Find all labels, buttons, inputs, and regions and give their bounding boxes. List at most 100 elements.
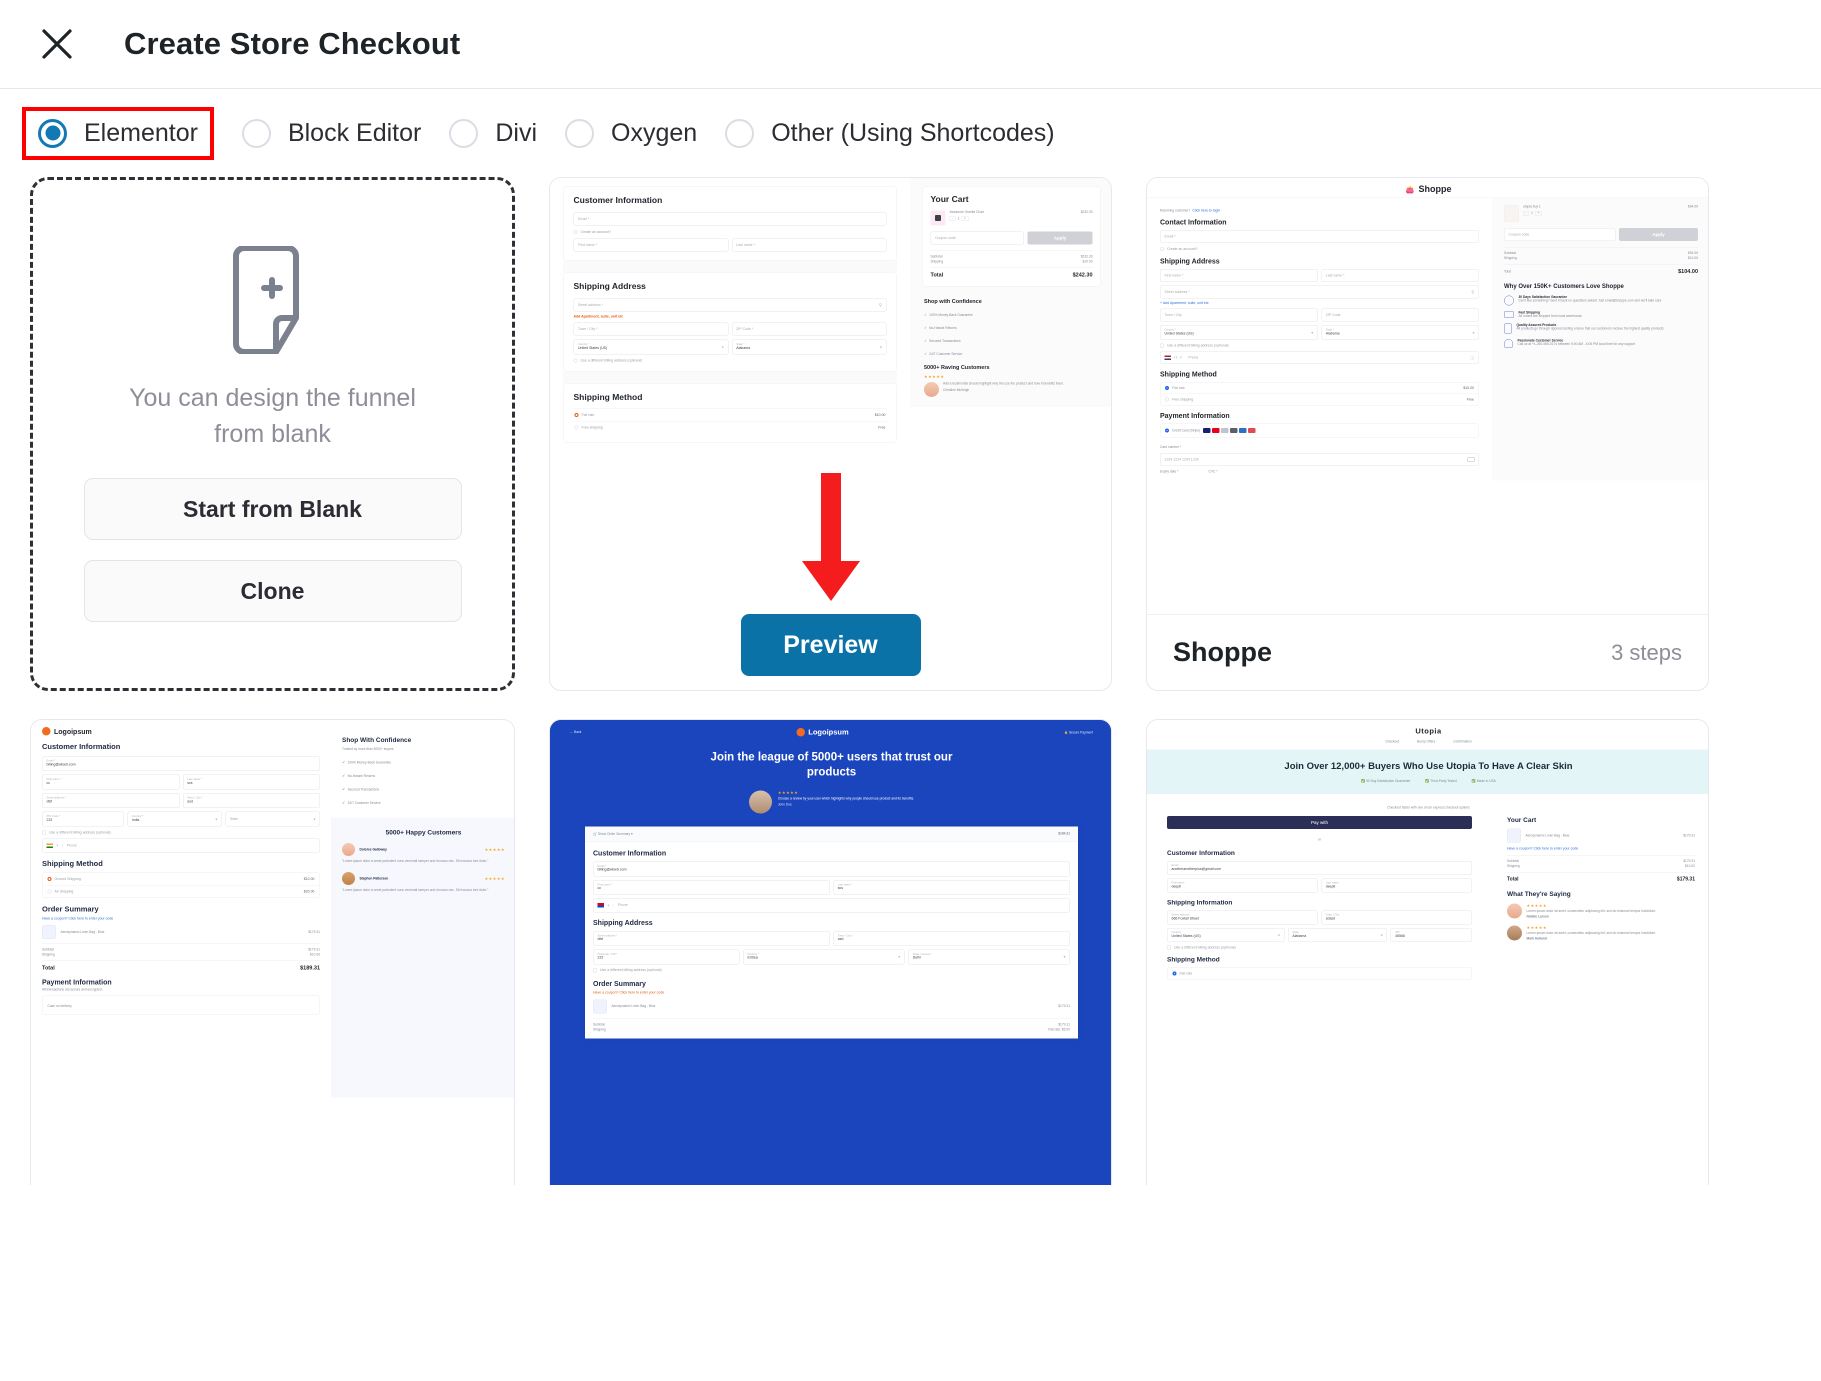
template-card-utopia[interactable]: Utopia Checkout Bump Offers Confirmation…: [1146, 719, 1709, 1185]
create-account-radio[interactable]: [573, 230, 578, 234]
back-button[interactable]: ← Back: [570, 731, 581, 735]
radio-option-block-editor[interactable]: Block Editor: [228, 107, 435, 160]
template-card-logoipsum-light[interactable]: Logoipsum Customer Information Email * bi…: [30, 719, 515, 1185]
search-icon: ⚲: [1471, 289, 1475, 295]
flat-rate-radio[interactable]: [1172, 971, 1177, 976]
radio-indicator-elementor[interactable]: [38, 118, 67, 148]
label-flat-rate: Flat rate: [581, 413, 595, 417]
link-coupon[interactable]: Have a coupon? Click here to enter your …: [42, 917, 320, 921]
review-text: "Lorem ipsum dolor si amet parturient nu…: [342, 888, 489, 893]
start-from-blank-button[interactable]: Start from Blank: [83, 478, 462, 540]
qty-increment[interactable]: +: [961, 216, 969, 221]
template-preview-utopia: Utopia Checkout Bump Offers Confirmation…: [1147, 720, 1708, 1185]
paypal-button[interactable]: Pay with: [1167, 816, 1472, 829]
heading-shop-with-confidence: Shop with Confidence: [924, 298, 982, 305]
heading-customer-information: Customer Information: [42, 742, 121, 752]
free-shipping-radio[interactable]: [574, 425, 579, 430]
qty-decrement[interactable]: -: [949, 216, 956, 221]
billing-address-checkbox[interactable]: [1167, 945, 1171, 950]
value-subtotal: $179.31: [1683, 859, 1695, 864]
label-total: Total: [42, 965, 55, 971]
check-icon: ✓: [342, 800, 346, 806]
testimonial-text: Add a testimonial should highlight why t…: [943, 382, 1064, 386]
label-total: Total: [930, 272, 944, 278]
template-card-shoppe[interactable]: 👛 Shoppe Returning customer? Click here …: [1146, 177, 1709, 691]
input-card-number[interactable]: 1234 1234 1234 1234: [1165, 458, 1199, 462]
value-last-name: deepti: [1325, 884, 1336, 889]
label-shipping: Shipping: [930, 260, 944, 264]
cart-item-thumbnail: [1504, 205, 1519, 222]
input-phone[interactable]: Phone: [1188, 356, 1198, 360]
heading-order-summary: Order Summary: [42, 905, 99, 914]
preview-button[interactable]: Preview: [740, 614, 921, 676]
radio-option-oxygen[interactable]: Oxygen: [551, 107, 711, 160]
cart-item-name: Awesome Granite Chair: [949, 210, 984, 215]
label-town: Town / City: [1164, 313, 1182, 317]
review-stars: ★★★★★: [1526, 903, 1547, 909]
label-town: Town / City *: [578, 327, 598, 331]
cart-item-name: Aerodynamic Linen Bag - Blue: [1525, 833, 1570, 838]
label-air-shipping: Air Shipping: [54, 889, 74, 894]
start-from-blank-card[interactable]: You can design the funnel from blank Sta…: [30, 177, 515, 691]
billing-address-checkbox[interactable]: [573, 358, 578, 363]
price-air-shipping: $20.00: [303, 889, 315, 894]
input-phone[interactable]: Phone: [61, 843, 77, 848]
radio-option-divi[interactable]: Divi: [435, 107, 551, 160]
chevron-down-icon: ▾: [721, 344, 724, 350]
returning-customer-text: Returning customer?: [1160, 209, 1191, 213]
input-coupon-code[interactable]: Coupon code: [935, 236, 956, 240]
label-flat-rate: Flat rate: [1179, 971, 1193, 976]
confidence-item: 24/7 Customer Service: [929, 352, 963, 357]
chevron-down-icon: ▾: [1277, 932, 1280, 938]
heading-what-theyre-saying: What They're Saying: [1507, 890, 1571, 898]
ground-shipping-radio[interactable]: [47, 877, 52, 881]
review-stars: ★★★★★: [484, 847, 505, 852]
radio-indicator-other[interactable]: [725, 118, 755, 148]
label-shipping: Shipping: [593, 1027, 606, 1032]
billing-address-checkbox[interactable]: [593, 968, 597, 973]
value-state: Delhi: [912, 956, 921, 960]
link-add-apartment[interactable]: + Add Apartment, suite, unit etc: [1160, 302, 1479, 306]
avatar: [342, 843, 355, 856]
value-street: dfsf: [46, 799, 53, 804]
input-coupon-code[interactable]: Coupon code: [1509, 233, 1530, 237]
flag-icon-us: [1164, 355, 1171, 360]
template-card-logoipsum-blue[interactable]: ← Back Logoipsum 🔒 Secure Payment Join t…: [549, 719, 1112, 1185]
radio-option-elementor[interactable]: Elementor: [22, 106, 214, 160]
flat-rate-radio[interactable]: [1165, 386, 1169, 390]
radio-indicator-divi[interactable]: [449, 118, 479, 148]
create-account-checkbox[interactable]: [1160, 247, 1164, 251]
close-icon[interactable]: [34, 21, 80, 67]
link-coupon[interactable]: Have a coupon? Click here to enter your …: [1507, 847, 1695, 851]
link-add-apartment[interactable]: Add Apartment, suite, unit etc: [574, 315, 887, 319]
radio-option-other[interactable]: Other (Using Shortcodes): [711, 107, 1068, 160]
value-total: $104.00: [1678, 268, 1698, 275]
label-shipping: Shipping: [42, 953, 55, 957]
flat-rate-radio[interactable]: [574, 413, 579, 417]
qty-increment[interactable]: +: [1534, 211, 1542, 216]
link-coupon[interactable]: Have a coupon? Click here to enter your …: [593, 991, 1070, 995]
radio-indicator-oxygen[interactable]: [565, 118, 595, 148]
login-link[interactable]: Click here to login: [1192, 209, 1220, 213]
air-shipping-radio[interactable]: [47, 889, 52, 894]
heading-happy-customers: 5000+ Happy Customers: [385, 828, 462, 837]
label-billing-address: Use a different billing address (optiona…: [580, 358, 643, 363]
cart-item-thumbnail: [593, 999, 607, 1014]
credit-card-radio[interactable]: [1165, 428, 1169, 433]
cart-item-price: $179.31: [1683, 833, 1695, 838]
qty-value: 1: [957, 217, 960, 221]
value-last-name: scs: [837, 886, 843, 891]
radio-indicator-block-editor[interactable]: [241, 118, 271, 148]
input-phone[interactable]: Phone: [612, 903, 628, 908]
billing-address-checkbox[interactable]: [42, 830, 46, 835]
value-shipping: $10.00: [1685, 864, 1695, 869]
free-shipping-radio[interactable]: [1165, 397, 1169, 402]
show-order-summary-toggle[interactable]: 🛒 Show Order Summary ▾: [593, 832, 633, 836]
clone-button[interactable]: Clone: [83, 560, 462, 622]
apply-coupon-button[interactable]: Apply: [1619, 228, 1698, 241]
template-card-hovered[interactable]: Customer Information Email * Create an a…: [549, 177, 1112, 691]
apply-coupon-button[interactable]: Apply: [1027, 231, 1093, 245]
express-checkout-subtext: Checkout faster with one of our express …: [1387, 806, 1470, 810]
qty-decrement[interactable]: -: [1523, 211, 1530, 216]
billing-address-checkbox[interactable]: [1160, 343, 1164, 348]
